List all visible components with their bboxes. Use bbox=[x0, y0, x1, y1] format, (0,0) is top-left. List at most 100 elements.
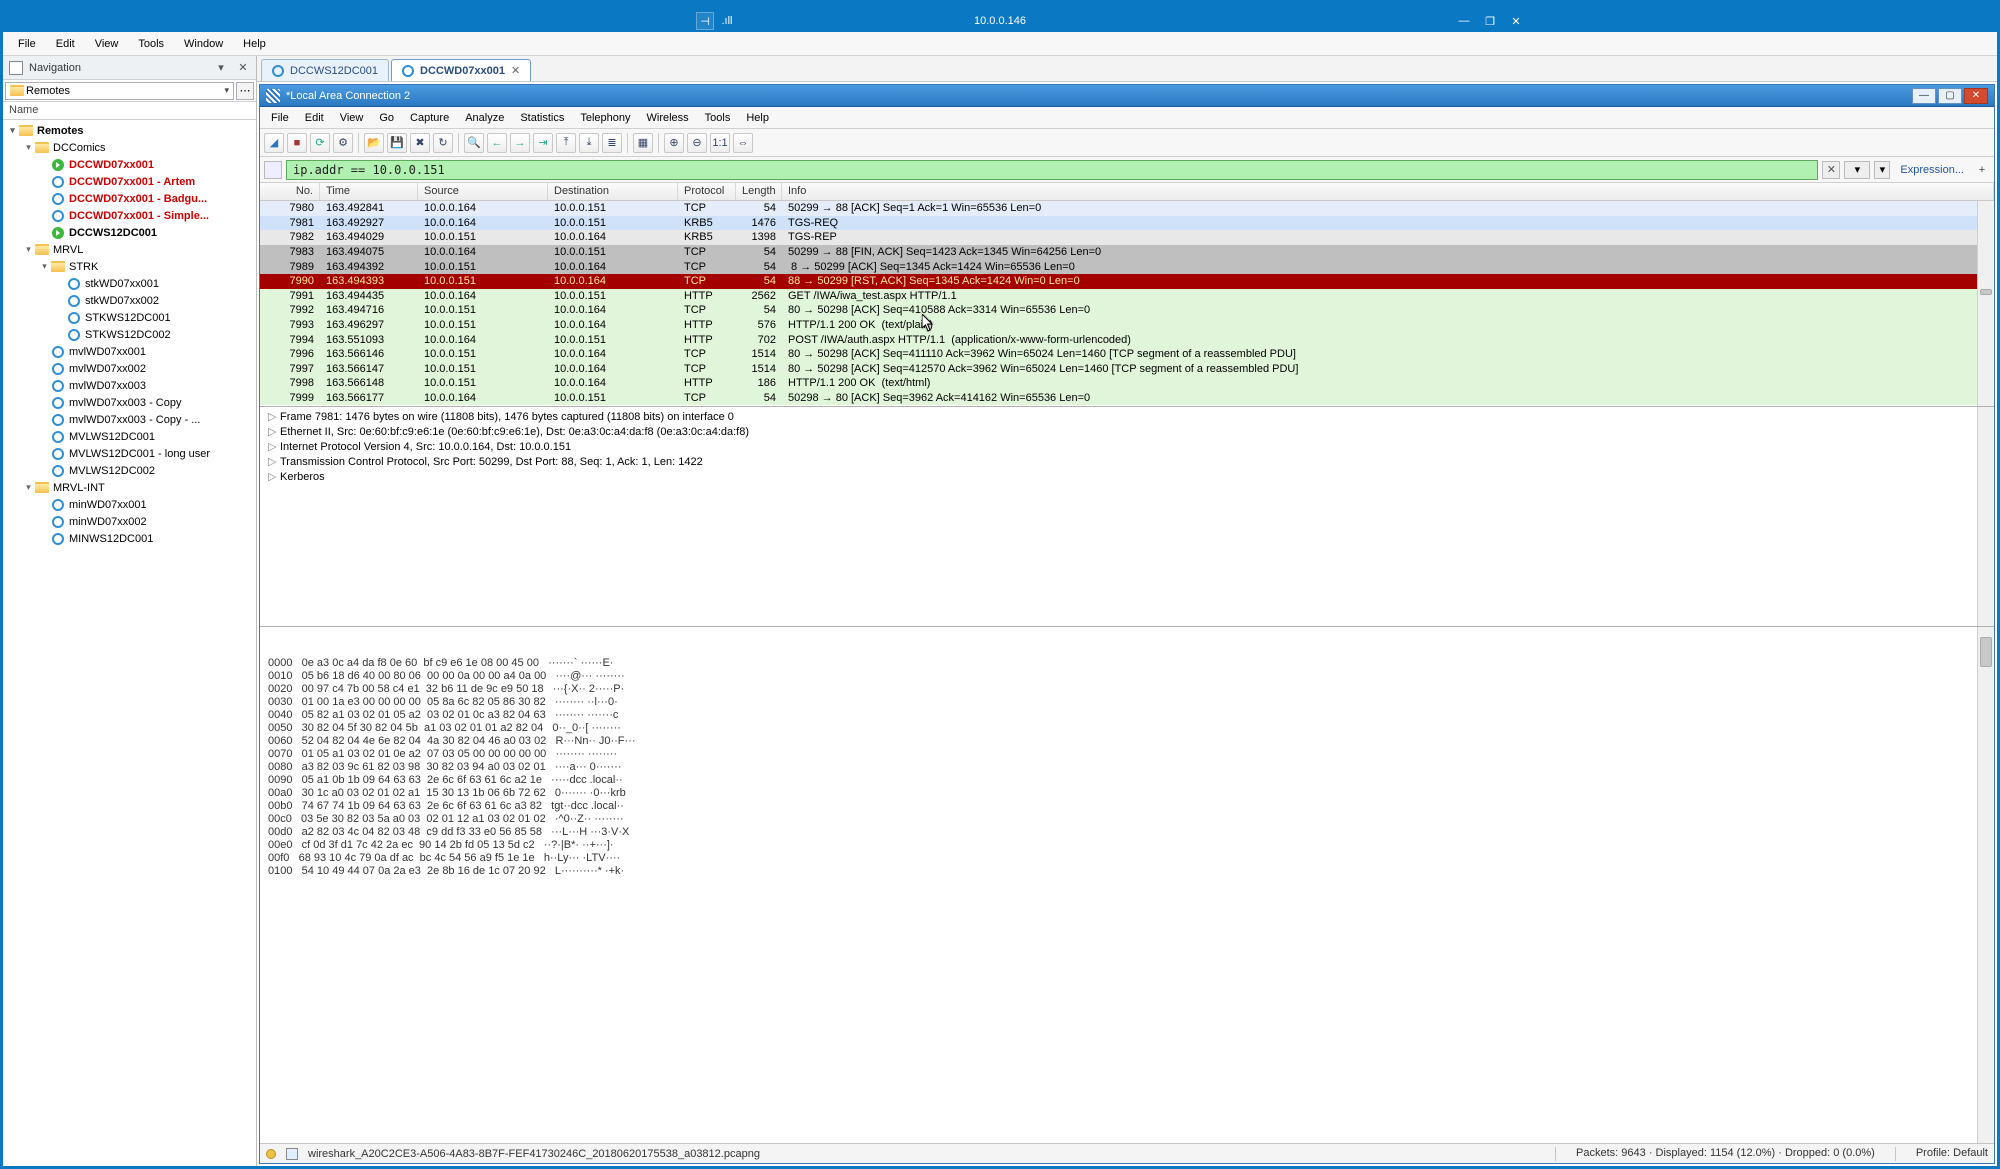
expand-tri-icon[interactable]: ▷ bbox=[268, 470, 280, 485]
tree-item[interactable]: mvlWD07xx003 bbox=[3, 377, 256, 394]
rdp-pin-icon[interactable]: ⊣ bbox=[696, 12, 714, 30]
filter-apply-dropdown[interactable]: ▾ bbox=[1844, 161, 1870, 179]
menu-help[interactable]: Help bbox=[234, 34, 275, 54]
menu-edit[interactable]: Edit bbox=[47, 34, 84, 54]
ws-menu-statistics[interactable]: Statistics bbox=[513, 109, 571, 127]
tb-stop-icon[interactable]: ■ bbox=[287, 133, 307, 153]
tb-prev-icon[interactable]: ← bbox=[487, 133, 507, 153]
tb-resize-cols-icon[interactable]: ⇔ bbox=[733, 133, 753, 153]
tree-item[interactable]: mvlWD07xx003 - Copy bbox=[3, 394, 256, 411]
expand-icon[interactable]: ▾ bbox=[23, 142, 34, 153]
tb-zoomin-icon[interactable]: ⊕ bbox=[664, 133, 684, 153]
details-scrollbar[interactable] bbox=[1977, 407, 1994, 626]
menu-view[interactable]: View bbox=[86, 34, 128, 54]
tree-item[interactable]: STKWS12DC001 bbox=[3, 309, 256, 326]
ws-minimize-icon[interactable]: — bbox=[1912, 88, 1936, 104]
tree-item[interactable]: MVLWS12DC001 - long user bbox=[3, 445, 256, 462]
filter-bookmark-icon[interactable] bbox=[264, 161, 282, 179]
display-filter-input[interactable] bbox=[286, 160, 1818, 180]
ws-menu-capture[interactable]: Capture bbox=[403, 109, 456, 127]
tree-item[interactable]: MINWS12DC001 bbox=[3, 530, 256, 547]
menu-window[interactable]: Window bbox=[175, 34, 232, 54]
expand-icon[interactable]: ▾ bbox=[23, 244, 34, 255]
tree-item[interactable]: mvlWD07xx003 - Copy - ... bbox=[3, 411, 256, 428]
packet-row[interactable]: 7980163.49284110.0.0.16410.0.0.151TCP545… bbox=[260, 201, 1994, 216]
tab-close-icon[interactable]: ✕ bbox=[511, 64, 520, 77]
tb-last-icon[interactable]: ⤓ bbox=[579, 133, 599, 153]
tb-find-icon[interactable]: 🔍 bbox=[464, 133, 484, 153]
ws-menu-help[interactable]: Help bbox=[739, 109, 776, 127]
packet-row[interactable]: 7989163.49439210.0.0.15110.0.0.164TCP54 … bbox=[260, 259, 1994, 274]
tb-options-icon[interactable]: ⚙ bbox=[333, 133, 353, 153]
tree-item[interactable]: minWD07xx001 bbox=[3, 496, 256, 513]
tree-item[interactable]: ▾DCComics bbox=[3, 139, 256, 156]
packet-row[interactable]: 7996163.56614610.0.0.15110.0.0.164TCP151… bbox=[260, 347, 1994, 362]
filter-recent-dropdown[interactable]: ▾ bbox=[1874, 161, 1890, 179]
rdp-restore-icon[interactable]: ❐ bbox=[1479, 13, 1501, 29]
tree-item[interactable]: ▾STRK bbox=[3, 258, 256, 275]
tree-item[interactable]: ▾MRVL bbox=[3, 241, 256, 258]
menu-tools[interactable]: Tools bbox=[129, 34, 173, 54]
column-header[interactable]: Time bbox=[320, 183, 418, 200]
packet-row[interactable]: 7992163.49471610.0.0.15110.0.0.164TCP548… bbox=[260, 303, 1994, 318]
tree-item[interactable]: STKWS12DC002 bbox=[3, 326, 256, 343]
tree-item[interactable]: DCCWD07xx001 - Artem bbox=[3, 173, 256, 190]
tb-goto-icon[interactable]: ⇥ bbox=[533, 133, 553, 153]
tb-start-icon[interactable]: ◢ bbox=[264, 133, 284, 153]
expand-icon[interactable]: ▾ bbox=[7, 125, 18, 136]
tree-item[interactable]: DCCWS12DC001 bbox=[3, 224, 256, 241]
tb-autoscroll-icon[interactable]: ≣ bbox=[602, 133, 622, 153]
tb-colorize-icon[interactable]: ▦ bbox=[633, 133, 653, 153]
expert-info-icon[interactable] bbox=[266, 1149, 276, 1159]
tree-item[interactable]: DCCWD07xx001 - Badgu... bbox=[3, 190, 256, 207]
column-header[interactable]: Source bbox=[418, 183, 548, 200]
tree-item[interactable]: stkWD07xx001 bbox=[3, 275, 256, 292]
expand-tri-icon[interactable]: ▷ bbox=[268, 440, 280, 455]
tb-next-icon[interactable]: → bbox=[510, 133, 530, 153]
rdp-close-icon[interactable]: ✕ bbox=[1505, 13, 1527, 29]
tree-item[interactable]: stkWD07xx002 bbox=[3, 292, 256, 309]
ws-close-icon[interactable]: ✕ bbox=[1964, 88, 1988, 104]
ws-menu-view[interactable]: View bbox=[333, 109, 371, 127]
nav-scope-combo[interactable]: Remotes ▾ bbox=[5, 82, 234, 100]
tb-close-icon[interactable]: ✖ bbox=[410, 133, 430, 153]
packet-row[interactable]: 7997163.56614710.0.0.15110.0.0.164TCP151… bbox=[260, 362, 1994, 377]
nav-column-header[interactable]: Name bbox=[3, 102, 256, 120]
tb-open-icon[interactable]: 📂 bbox=[364, 133, 384, 153]
session-tab[interactable]: DCCWS12DC001 bbox=[261, 59, 389, 81]
packet-row[interactable]: 7998163.56614810.0.0.15110.0.0.164HTTP18… bbox=[260, 376, 1994, 391]
expand-icon[interactable]: ▾ bbox=[39, 261, 50, 272]
packet-row[interactable]: 7990163.49439310.0.0.15110.0.0.164TCP548… bbox=[260, 274, 1994, 289]
tb-zoomreset-icon[interactable]: 1:1 bbox=[710, 133, 730, 153]
tb-reload-icon[interactable]: ↻ bbox=[433, 133, 453, 153]
packet-bytes-pane[interactable]: 0000 0e a3 0c a4 da f8 0e 60 bf c9 e6 1e… bbox=[260, 627, 1994, 1143]
ws-maximize-icon[interactable]: ▢ bbox=[1938, 88, 1962, 104]
packet-row[interactable]: 7999163.56617710.0.0.16410.0.0.151TCP545… bbox=[260, 391, 1994, 406]
expand-icon[interactable]: ▾ bbox=[23, 482, 34, 493]
column-header[interactable]: No. bbox=[260, 183, 320, 200]
tree-item[interactable]: ▾MRVL-INT bbox=[3, 479, 256, 496]
nav-scope-options[interactable]: ⋯ bbox=[236, 82, 254, 100]
packet-row[interactable]: 7993163.49629710.0.0.15110.0.0.164HTTP57… bbox=[260, 318, 1994, 333]
detail-line[interactable]: ▷Transmission Control Protocol, Src Port… bbox=[268, 455, 1986, 470]
capture-file-props-icon[interactable] bbox=[286, 1148, 298, 1160]
menu-file[interactable]: File bbox=[9, 34, 45, 54]
tb-restart-icon[interactable]: ⟳ bbox=[310, 133, 330, 153]
ws-menu-edit[interactable]: Edit bbox=[298, 109, 331, 127]
filter-add-icon[interactable]: + bbox=[1974, 164, 1990, 176]
ws-menu-go[interactable]: Go bbox=[372, 109, 401, 127]
nav-close-icon[interactable]: ✕ bbox=[236, 61, 250, 74]
tree-item[interactable]: MVLWS12DC001 bbox=[3, 428, 256, 445]
ws-menu-telephony[interactable]: Telephony bbox=[573, 109, 637, 127]
ws-menu-file[interactable]: File bbox=[264, 109, 296, 127]
session-tab[interactable]: DCCWD07xx001✕ bbox=[391, 59, 531, 81]
expand-tri-icon[interactable]: ▷ bbox=[268, 425, 280, 440]
column-header[interactable]: Destination bbox=[548, 183, 678, 200]
tb-zoomout-icon[interactable]: ⊖ bbox=[687, 133, 707, 153]
expand-tri-icon[interactable]: ▷ bbox=[268, 455, 280, 470]
rdp-minimize-icon[interactable]: — bbox=[1453, 13, 1475, 29]
detail-line[interactable]: ▷Ethernet II, Src: 0e:60:bf:c9:e6:1e (0e… bbox=[268, 425, 1986, 440]
detail-line[interactable]: ▷Kerberos bbox=[268, 470, 1986, 485]
packet-row[interactable]: 7991163.49443510.0.0.16410.0.0.151HTTP25… bbox=[260, 289, 1994, 304]
tree-item[interactable]: minWD07xx002 bbox=[3, 513, 256, 530]
